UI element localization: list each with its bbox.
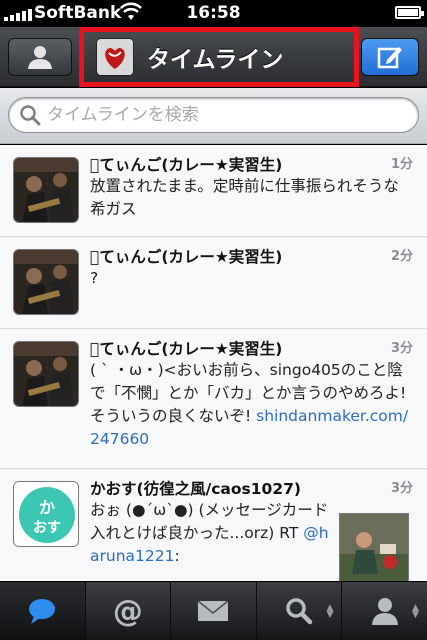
status-bar: SoftBank 16:58: [0, 0, 427, 27]
speech-bubble-icon: [29, 599, 56, 624]
user-name: てぃんご(カレー★実習生): [90, 340, 282, 358]
account-avatar: [96, 38, 134, 76]
user-name: かおす(彷徨之風/caos1027): [90, 480, 301, 498]
page-title: タイムライン: [147, 47, 284, 73]
user-avatar[interactable]: か おす: [13, 481, 79, 547]
tab-mentions[interactable]: @: [86, 582, 172, 640]
tab-search[interactable]: ▲ ▼: [257, 582, 343, 640]
clock: 16:58: [186, 3, 241, 23]
chevron-up-down-icon: ▲ ▼: [326, 603, 334, 620]
tweet-row[interactable]: てぃんご(カレー★実習生) 2分 ?: [0, 237, 427, 329]
tweet-text: おぉ (●´ω`●) (メッセージカード入れとけば良かった...orz) RT …: [90, 501, 329, 565]
person-icon: [28, 46, 52, 69]
apple-icon: : [90, 248, 99, 266]
tweet-row[interactable]: てぃんご(カレー★実習生) 1分 放置されたまま。定時前に仕事振られそうな希ガ…: [0, 145, 427, 237]
chevron-up-down-icon: ▲ ▼: [412, 603, 419, 620]
compose-icon: [377, 47, 402, 69]
user-avatar[interactable]: [13, 157, 79, 223]
apple-icon: : [90, 156, 99, 174]
tweet-photo-thumbnail[interactable]: [339, 513, 409, 581]
person-icon: [371, 598, 398, 625]
tweet-time: 3分: [390, 341, 413, 356]
search-bar: [0, 88, 427, 144]
tweet-row[interactable]: か おす かおす(彷徨之風/caos1027) 3分 おぉ (●´ω`●) (メ…: [0, 469, 427, 581]
tweet-time: 2分: [390, 249, 413, 264]
user-avatar[interactable]: [13, 249, 79, 315]
accounts-button[interactable]: [8, 38, 72, 76]
battery-icon: [395, 6, 424, 19]
search-icon: [286, 598, 313, 625]
compose-button[interactable]: [361, 38, 419, 76]
tweet-text: 放置されたまま。定時前に仕事振られそうな希ガス: [90, 177, 399, 218]
at-icon: @: [112, 593, 143, 629]
apple-icon: : [90, 340, 99, 358]
search-input[interactable]: [47, 105, 387, 125]
tab-timeline[interactable]: [0, 582, 86, 640]
tab-profile[interactable]: ▲ ▼: [342, 582, 427, 640]
tweet-row[interactable]: てぃんご(カレー★実習生) 3分 ( ` ・ω・)<おいお前ら、singo40…: [0, 329, 427, 469]
user-name: てぃんご(カレー★実習生): [90, 156, 282, 174]
user-avatar[interactable]: [13, 341, 79, 407]
tweet-time: 3分: [390, 481, 413, 496]
tab-messages[interactable]: [171, 582, 257, 640]
tab-bar: @ ▲ ▼ ▲ ▼: [0, 581, 427, 640]
tweet-time: 1分: [390, 157, 413, 172]
search-icon: [20, 105, 41, 126]
tweet-text: ?: [90, 269, 99, 287]
user-name: てぃんご(カレー★実習生): [90, 248, 282, 266]
search-field-container[interactable]: [8, 97, 419, 133]
tweet-text: ( ` ・ω・)<おいお前ら、singo405のこと陰で「不憫」とか「バカ」とか…: [90, 361, 409, 448]
svg-text:おす: おす: [33, 520, 61, 536]
timeline-title-selector[interactable]: タイムライン: [79, 27, 359, 87]
svg-text:か: か: [39, 498, 55, 517]
envelope-icon: [198, 600, 229, 621]
navigation-bar: タイムライン: [0, 27, 427, 87]
timeline-list[interactable]: てぃんご(カレー★実習生) 1分 放置されたまま。定時前に仕事振られそうな希ガ…: [0, 145, 427, 581]
